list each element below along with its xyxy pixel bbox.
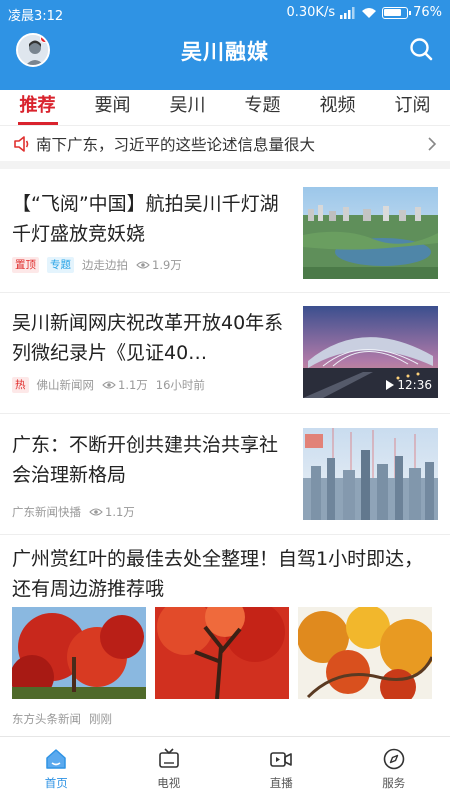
news-thumbnail: 12:36	[303, 306, 438, 398]
news-image-grid	[12, 607, 432, 699]
lake-aerial-image	[303, 187, 438, 279]
news-source: 东方头条新闻	[12, 712, 81, 726]
news-meta: 热 佛山新闻网 1.1万 16小时前	[12, 377, 205, 393]
search-icon[interactable]	[408, 36, 434, 62]
wifi-icon	[362, 7, 377, 18]
view-count: 1.9万	[136, 257, 182, 273]
video-duration: 12:36	[386, 378, 432, 392]
eye-icon	[89, 508, 103, 516]
news-item[interactable]: 吴川新闻网庆祝改革开放40年系列微纪录片《见证40… 12:36 热 佛山新闻网…	[0, 293, 450, 414]
nav-services[interactable]: 服务	[338, 737, 450, 800]
nav-home-label: 首页	[44, 775, 68, 790]
news-ticker[interactable]: 南下广东，习近平的这些论述信息量很大	[0, 127, 450, 169]
city-skyline-image	[303, 428, 438, 520]
tab-video[interactable]: 视频	[300, 90, 375, 125]
status-time: 凌晨3:12	[8, 9, 64, 24]
news-thumbnail	[298, 607, 432, 699]
news-title: 广东：不断开创共建共治共享社会治理新格局	[12, 434, 279, 486]
red-leaves-image	[12, 607, 146, 699]
status-bar: 凌晨3:12 0.30K/s 76%	[0, 0, 450, 26]
speaker-icon	[14, 136, 29, 152]
news-meta: 置顶 专题 边走边拍 1.9万	[12, 257, 182, 273]
tv-icon	[158, 747, 179, 768]
news-item[interactable]: 【“飞阅”中国】航拍吴川千灯湖 千灯盛放竞妖娆 置顶 专题 边走边拍 1.9万	[0, 177, 450, 293]
view-count-value: 1.1万	[105, 505, 135, 519]
news-thumbnail	[303, 428, 438, 520]
nav-services-label: 服务	[382, 775, 406, 790]
view-count-value: 1.1万	[118, 378, 148, 392]
view-count-value: 1.9万	[152, 258, 182, 272]
tab-wuchuan[interactable]: 吴川	[150, 90, 225, 125]
network-speed: 0.30K/s	[286, 5, 336, 20]
battery-icon	[382, 6, 412, 19]
video-duration-value: 12:36	[397, 378, 432, 392]
nav-live[interactable]: 直播	[225, 737, 338, 800]
red-tree-image	[155, 607, 289, 699]
autumn-leaves-image	[298, 607, 432, 699]
status-right: 0.30K/s 76%	[286, 5, 442, 20]
news-title: 广州赏红叶的最佳去处全整理！自驾1小时即达，还有周边游推荐哦	[12, 548, 424, 600]
news-title: 【“飞阅”中国】航拍吴川千灯湖 千灯盛放竞妖娆	[12, 193, 279, 245]
home-icon	[46, 748, 66, 769]
news-source: 广东新闻快播	[12, 505, 81, 519]
pinned-badge: 置顶	[12, 257, 39, 273]
chevron-right-icon	[428, 137, 437, 151]
signal-icon	[340, 6, 355, 19]
nav-live-label: 直播	[269, 775, 293, 790]
news-meta: 东方头条新闻 刚刚	[12, 711, 112, 727]
eye-icon	[136, 261, 150, 269]
news-source: 佛山新闻网	[36, 378, 95, 392]
nav-tv-label: 电视	[157, 775, 181, 790]
news-thumbnail	[155, 607, 289, 699]
battery-level: 76%	[413, 5, 442, 20]
news-source: 边走边拍	[82, 258, 128, 272]
news-time: 刚刚	[89, 712, 112, 726]
category-tabs: 推荐 要闻 吴川 专题 视频 订阅	[0, 90, 450, 126]
tab-topics[interactable]: 专题	[225, 90, 300, 125]
hot-badge: 热	[12, 377, 29, 393]
view-count: 1.1万	[89, 504, 135, 520]
tab-headlines[interactable]: 要闻	[75, 90, 150, 125]
top-bar: 凌晨3:12 0.30K/s 76% 吴川融媒	[0, 0, 450, 90]
news-time: 16小时前	[155, 378, 205, 392]
live-camera-icon	[270, 751, 293, 767]
news-item[interactable]: 广东：不断开创共建共治共享社会治理新格局 广东新闻快播 1.1万	[0, 414, 450, 535]
eye-icon	[102, 381, 116, 389]
news-item[interactable]: 广州赏红叶的最佳去处全整理！自驾1小时即达，还有周边游推荐哦 东方头条新闻 刚刚	[0, 535, 450, 736]
news-meta: 广东新闻快播 1.1万	[12, 504, 135, 520]
news-thumbnail	[12, 607, 146, 699]
ticker-text: 南下广东，习近平的这些论述信息量很大	[36, 136, 316, 154]
tab-subscribe[interactable]: 订阅	[375, 90, 450, 125]
topic-badge: 专题	[47, 257, 74, 273]
bottom-nav: 首页 电视 直播 服务	[0, 736, 450, 800]
tab-recommend[interactable]: 推荐	[0, 90, 75, 125]
app-title: 吴川融媒	[181, 40, 269, 64]
news-title: 吴川新闻网庆祝改革开放40年系列微纪录片《见证40…	[12, 312, 284, 364]
play-icon	[386, 380, 395, 390]
nav-tv[interactable]: 电视	[113, 737, 226, 800]
nav-home[interactable]: 首页	[0, 737, 113, 800]
compass-icon	[383, 748, 405, 769]
view-count: 1.1万	[102, 377, 148, 393]
news-thumbnail	[303, 187, 438, 279]
